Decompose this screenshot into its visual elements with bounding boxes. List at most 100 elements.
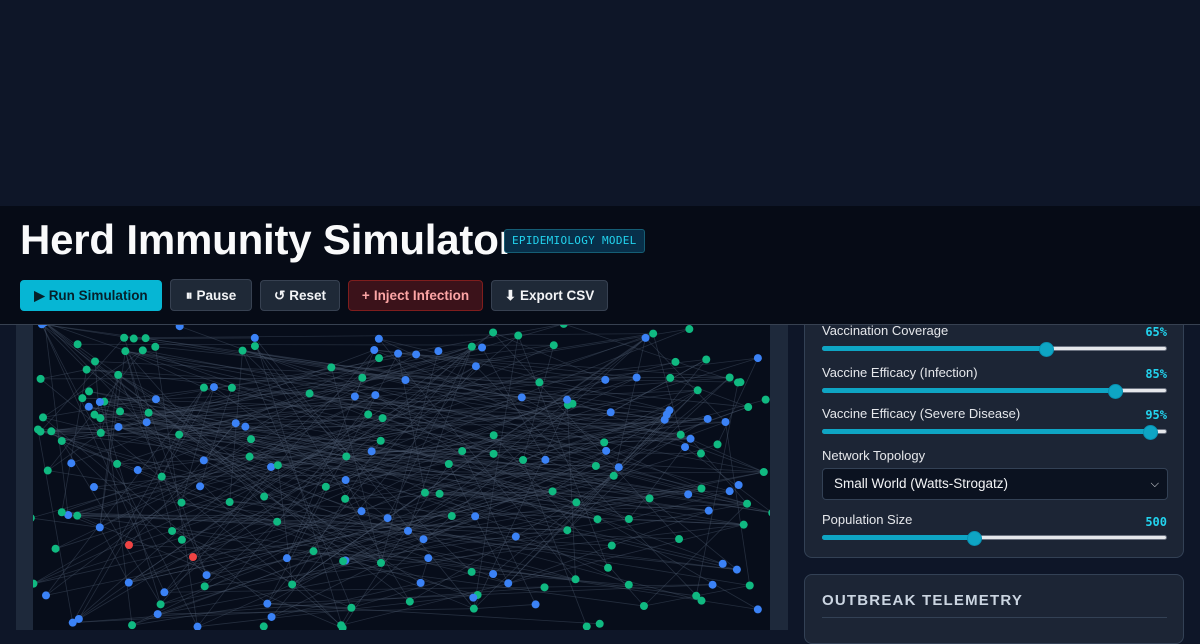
network-node[interactable] (51, 544, 60, 553)
network-node[interactable] (702, 355, 711, 364)
network-node[interactable] (116, 407, 125, 416)
network-node[interactable] (489, 431, 498, 440)
network-node[interactable] (704, 506, 713, 515)
network-node[interactable] (471, 362, 480, 371)
network-node[interactable] (419, 535, 428, 544)
vaccine-efficacy-infection-slider[interactable] (822, 384, 1167, 399)
network-node[interactable] (125, 541, 133, 549)
network-node[interactable] (41, 591, 50, 600)
network-node[interactable] (697, 484, 706, 493)
network-node[interactable] (718, 559, 727, 568)
network-node[interactable] (708, 580, 717, 589)
network-node[interactable] (531, 600, 540, 609)
network-node[interactable] (504, 579, 513, 588)
population-size-slider[interactable] (822, 531, 1167, 546)
network-node[interactable] (358, 373, 367, 382)
network-node[interactable] (193, 622, 202, 630)
network-node[interactable] (141, 334, 150, 343)
network-node[interactable] (614, 463, 623, 472)
network-node[interactable] (378, 414, 387, 423)
network-node[interactable] (734, 481, 743, 490)
network-node[interactable] (157, 472, 166, 481)
network-node[interactable] (209, 383, 218, 392)
network-node[interactable] (241, 422, 250, 431)
network-node[interactable] (73, 511, 82, 520)
network-node[interactable] (572, 498, 581, 507)
network-node[interactable] (478, 343, 487, 352)
network-node[interactable] (571, 575, 580, 584)
slider-thumb[interactable] (1142, 425, 1158, 440)
network-node[interactable] (347, 603, 356, 612)
network-node[interactable] (96, 414, 105, 423)
network-node[interactable] (96, 428, 105, 437)
network-node[interactable] (548, 487, 557, 496)
network-node[interactable] (394, 349, 403, 358)
network-node[interactable] (288, 580, 297, 589)
network-node[interactable] (609, 471, 618, 480)
network-node[interactable] (202, 571, 211, 580)
network-node[interactable] (420, 488, 429, 497)
network-node[interactable] (696, 449, 705, 458)
network-node[interactable] (675, 535, 684, 544)
network-node[interactable] (697, 596, 706, 605)
network-node[interactable] (73, 340, 82, 349)
network-node[interactable] (200, 582, 209, 591)
network-node[interactable] (684, 490, 693, 499)
network-node[interactable] (144, 408, 153, 417)
network-node[interactable] (639, 602, 648, 611)
network-node[interactable] (78, 394, 87, 403)
slider-thumb[interactable] (1108, 384, 1124, 399)
network-node[interactable] (681, 443, 690, 452)
network-node[interactable] (582, 622, 591, 630)
network-node[interactable] (168, 526, 177, 535)
network-node[interactable] (624, 580, 633, 589)
network-node[interactable] (725, 487, 734, 496)
vaccination-coverage-slider[interactable] (822, 342, 1167, 357)
network-node[interactable] (309, 547, 318, 556)
network-node[interactable] (238, 346, 247, 355)
network-node[interactable] (447, 512, 456, 521)
network-node[interactable] (85, 387, 94, 396)
network-node[interactable] (607, 541, 616, 550)
network-node[interactable] (434, 347, 443, 356)
network-node[interactable] (540, 583, 549, 592)
network-node[interactable] (114, 422, 123, 431)
network-node[interactable] (89, 483, 98, 492)
network-node[interactable] (95, 398, 104, 407)
network-node[interactable] (469, 593, 478, 602)
network-node[interactable] (357, 507, 366, 516)
network-node[interactable] (624, 514, 633, 523)
network-node[interactable] (591, 461, 600, 470)
network-node[interactable] (342, 452, 351, 461)
vaccine-efficacy-severe-slider[interactable] (822, 425, 1167, 440)
network-node[interactable] (376, 558, 385, 567)
network-node[interactable] (95, 523, 104, 532)
network-node[interactable] (371, 391, 380, 400)
network-node[interactable] (91, 357, 100, 366)
network-node[interactable] (404, 526, 413, 535)
network-node[interactable] (33, 425, 42, 434)
network-node[interactable] (367, 447, 376, 456)
network-node[interactable] (739, 520, 748, 529)
network-node[interactable] (33, 514, 35, 522)
pause-button[interactable]: ⏸ Pause (170, 279, 252, 311)
network-node[interactable] (375, 354, 384, 363)
inject-infection-button[interactable]: + Inject Infection (348, 280, 483, 311)
network-node[interactable] (151, 342, 160, 351)
network-node[interactable] (160, 588, 169, 597)
network-node[interactable] (761, 395, 770, 404)
network-node[interactable] (541, 455, 550, 464)
network-node[interactable] (47, 427, 56, 436)
network-node[interactable] (321, 482, 330, 491)
network-node[interactable] (753, 354, 762, 363)
network-node[interactable] (57, 508, 66, 517)
network-node[interactable] (514, 331, 523, 340)
network-node[interactable] (43, 466, 52, 475)
network-node[interactable] (601, 375, 610, 384)
network-node[interactable] (412, 350, 421, 359)
network-node[interactable] (350, 392, 359, 401)
network-node[interactable] (604, 563, 613, 572)
slider-thumb[interactable] (1039, 342, 1055, 357)
network-node[interactable] (196, 482, 205, 491)
network-node[interactable] (124, 578, 133, 587)
